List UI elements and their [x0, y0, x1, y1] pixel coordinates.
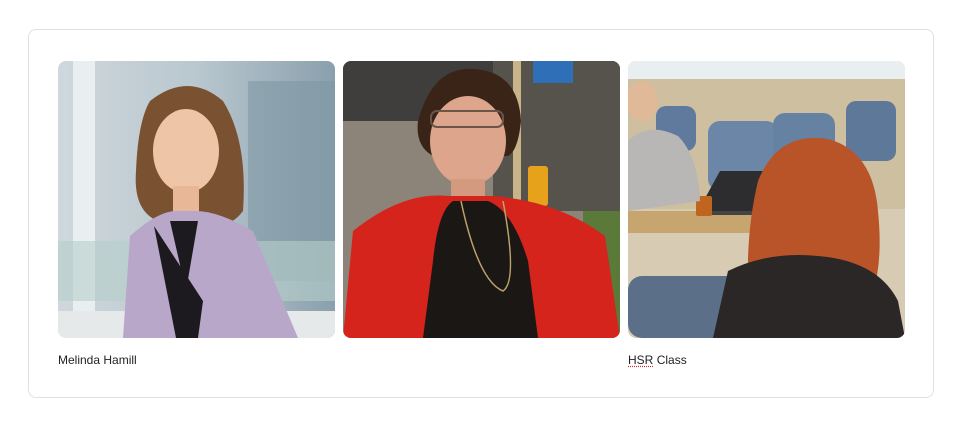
caption-word-class: Class: [656, 353, 687, 367]
image-gallery-card: Melinda Hamill HSR Class: [28, 29, 934, 398]
gallery-item-3[interactable]: HSR Class: [628, 61, 905, 367]
gallery-caption-2: [343, 353, 620, 367]
photo-portrait-woman[interactable]: [58, 61, 335, 338]
photo-classroom[interactable]: [628, 61, 905, 338]
gallery-item-2[interactable]: [343, 61, 620, 367]
portrait-image: [58, 61, 335, 338]
gallery-caption-3: HSR Class: [628, 353, 905, 367]
photo-woman-red-jacket[interactable]: [343, 61, 620, 338]
gallery-item-1[interactable]: Melinda Hamill: [58, 61, 335, 367]
caption-word-hsr: HSR: [628, 353, 654, 367]
classroom-image: [628, 61, 905, 338]
gallery-caption-1: Melinda Hamill: [58, 353, 137, 367]
outdoor-portrait-image: [343, 61, 620, 338]
image-gallery: Melinda Hamill HSR Class: [58, 61, 905, 367]
